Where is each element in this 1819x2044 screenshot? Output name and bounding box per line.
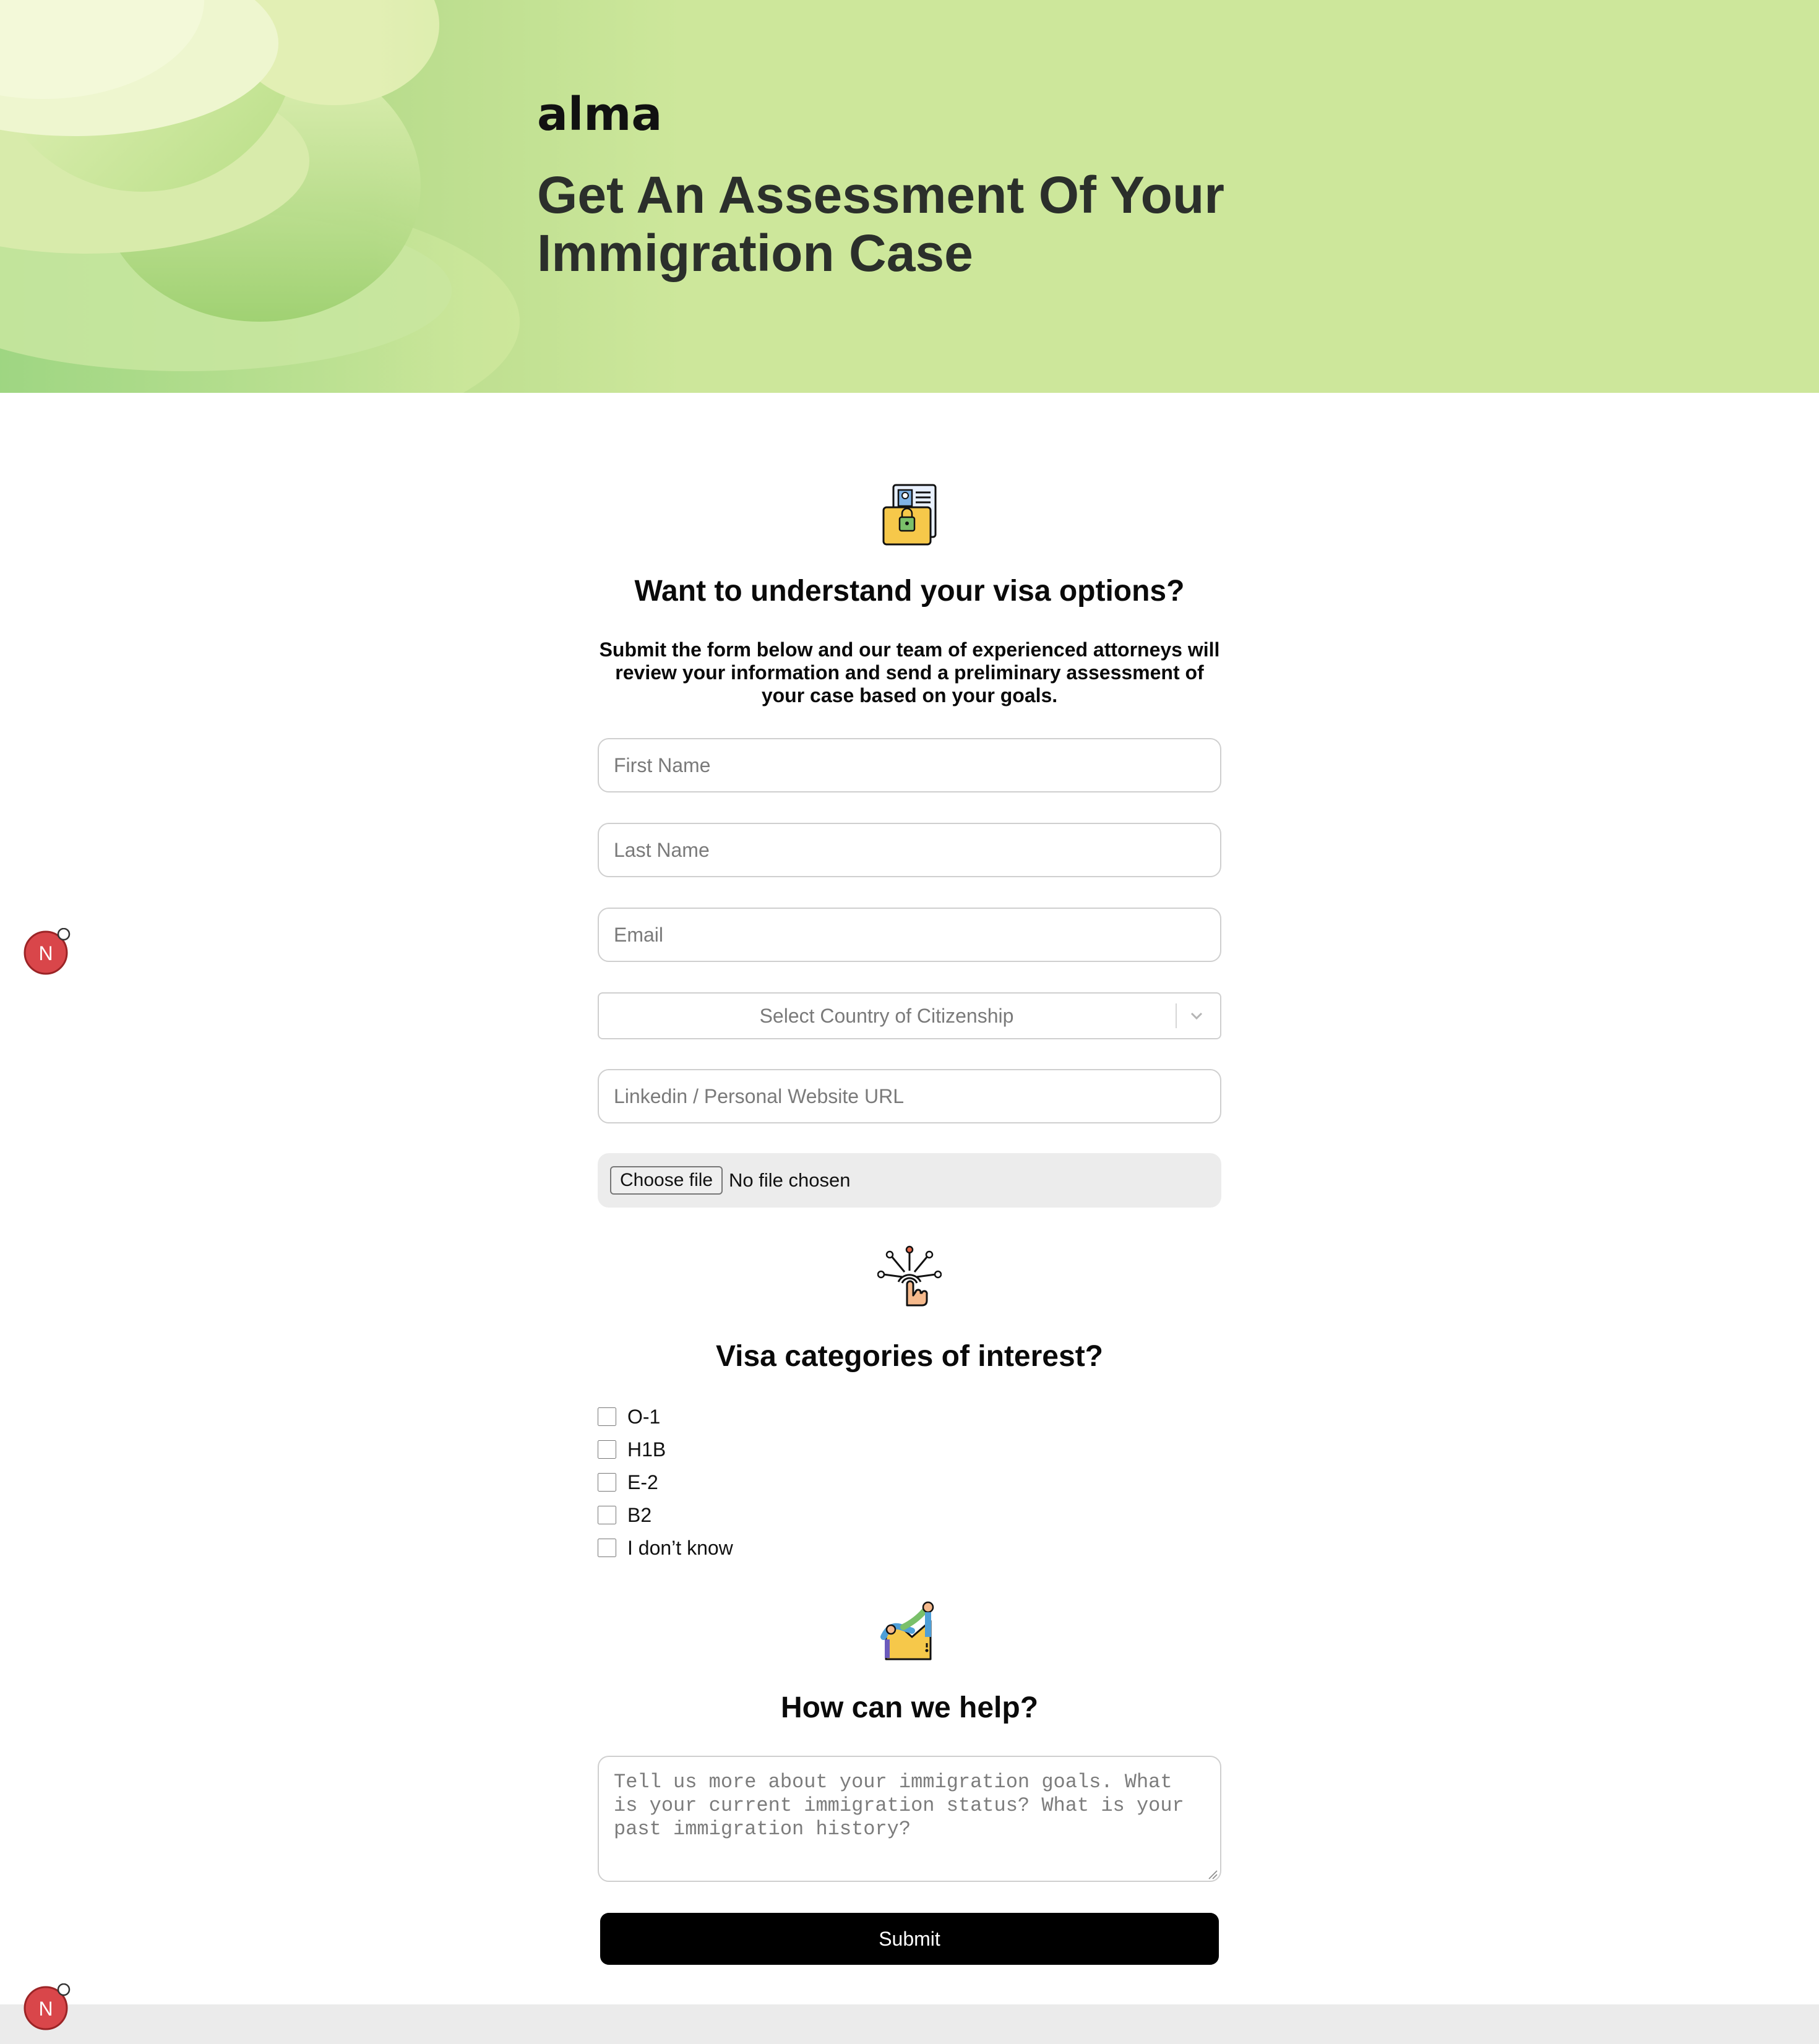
visa-option-label: B2 [627, 1503, 652, 1526]
page-title: Get An Assessment Of Your Immigration Ca… [537, 166, 1310, 282]
visa-option-dont-know[interactable]: I don’t know [598, 1534, 845, 1561]
resume-file-upload: Choose file No file chosen [598, 1153, 1221, 1208]
website-url-input[interactable] [598, 1069, 1221, 1123]
country-select[interactable]: Select Country of Citizenship [598, 992, 1221, 1039]
file-status-text: No file chosen [729, 1169, 851, 1191]
visa-checkbox-o1[interactable] [598, 1407, 616, 1426]
visa-option-e2[interactable]: E-2 [598, 1469, 845, 1496]
visa-option-o1[interactable]: O-1 [598, 1403, 845, 1430]
visa-option-label: H1B [627, 1438, 666, 1461]
svg-text:N: N [38, 942, 53, 964]
passport-lock-icon [848, 483, 971, 551]
visa-checkbox-h1b[interactable] [598, 1440, 616, 1459]
visa-categories-heading: Visa categories of interest? [715, 1340, 1103, 1373]
visa-option-label: O-1 [627, 1405, 661, 1428]
hero-banner: alma Get An Assessment Of Your Immigrati… [0, 0, 1819, 393]
first-name-input[interactable] [598, 738, 1221, 792]
choose-file-button[interactable]: Choose file [610, 1166, 723, 1195]
page-title-line-1: Get An Assessment Of Your [537, 166, 1224, 224]
goals-textarea[interactable] [598, 1756, 1221, 1882]
chevron-down-icon[interactable] [1185, 1006, 1208, 1026]
footer-band [0, 2004, 1819, 2044]
visa-options-heading: Want to understand your visa options? [634, 575, 1185, 608]
touch-network-icon [848, 1243, 971, 1312]
form-intro-text: Submit the form below and our team of ex… [599, 638, 1220, 706]
svg-text:N: N [38, 1998, 53, 2020]
svg-text:alma: alma [537, 93, 661, 140]
resize-handle-icon[interactable] [1208, 1870, 1218, 1879]
submit-button[interactable]: Submit [600, 1913, 1219, 1965]
visa-option-label: E-2 [627, 1471, 658, 1493]
visa-option-label: I don’t know [627, 1536, 733, 1559]
visa-checkbox-e2[interactable] [598, 1473, 616, 1492]
page-title-line-2: Immigration Case [537, 224, 973, 282]
country-select-placeholder: Select Country of Citizenship [759, 1005, 1014, 1027]
alma-logo: alma [537, 93, 661, 140]
how-can-we-help-heading: How can we help? [780, 1691, 1039, 1724]
dev-indicator-badge[interactable]: N [22, 1983, 71, 2032]
visa-checkbox-dont-know[interactable] [598, 1539, 616, 1557]
visa-checkbox-b2[interactable] [598, 1506, 616, 1524]
email-input[interactable] [598, 908, 1221, 962]
last-name-input[interactable] [598, 823, 1221, 877]
dev-indicator-badge[interactable]: N [22, 928, 71, 976]
helping-hand-climb-icon [848, 1599, 971, 1667]
visa-option-b2[interactable]: B2 [598, 1501, 845, 1529]
visa-option-h1b[interactable]: H1B [598, 1436, 845, 1463]
select-separator [1176, 1003, 1177, 1028]
